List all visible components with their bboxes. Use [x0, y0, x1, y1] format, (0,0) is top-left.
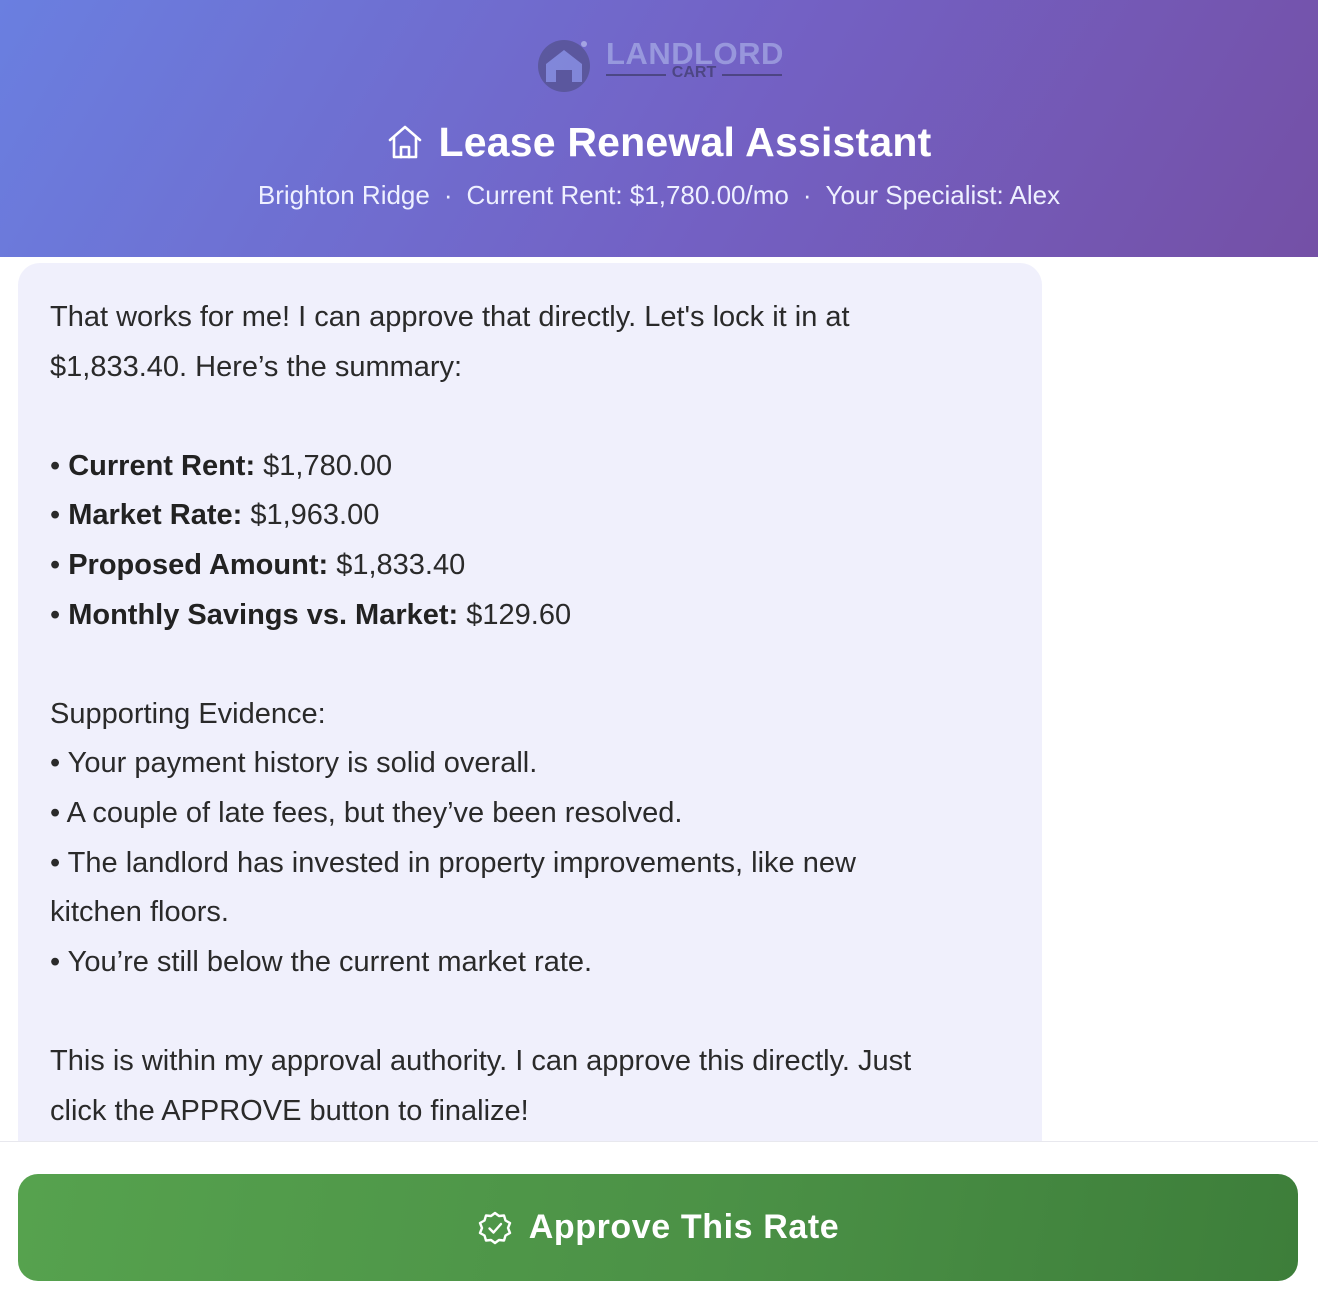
- message-text: $1,833.40. Here’s the summary:: [50, 350, 463, 383]
- divider: [0, 1141, 1318, 1142]
- logo-subtext: CART: [606, 64, 782, 84]
- evidence-item: • Your payment history is solid overall.: [50, 747, 538, 780]
- header-subtitle: Brighton Ridge · Current Rent: $1,780.00/m…: [0, 180, 1318, 211]
- page-title: Lease Renewal Assistant: [438, 118, 932, 165]
- header-banner: LANDLORD CART Lease Renewal Assistant Br…: [0, 0, 1318, 257]
- assistant-message-bubble: That works for me! I can approve that di…: [18, 263, 1042, 1141]
- evidence-item: • You’re still below the current market …: [50, 945, 593, 978]
- page-title-row: Lease Renewal Assistant: [0, 116, 1318, 168]
- message-text: This is within my approval authority. I …: [50, 1044, 912, 1077]
- chat-area[interactable]: That works for me! I can approve that di…: [0, 257, 1318, 1141]
- message-text: click the APPROVE button to finalize!: [50, 1094, 529, 1127]
- separator-dot: ·: [443, 180, 453, 210]
- summary-item: • Proposed Amount: $1,833.40: [50, 548, 466, 581]
- summary-item: • Market Rate: $1,963.00: [50, 499, 380, 532]
- evidence-item: • A couple of late fees, but they’ve bee…: [50, 796, 683, 829]
- summary-item: • Current Rent: $1,780.00: [50, 449, 393, 482]
- approve-button-label: Approve This Rate: [528, 1208, 840, 1246]
- separator-dot: ·: [802, 180, 812, 210]
- property-name: Brighton Ridge: [257, 180, 430, 210]
- logo-globe-icon: [538, 40, 590, 92]
- approve-rate-button[interactable]: Approve This Rate: [18, 1174, 1298, 1281]
- evidence-item: • The landlord has invested in property …: [50, 846, 856, 879]
- check-badge-icon: [477, 1210, 513, 1246]
- message-text: That works for me! I can approve that di…: [50, 301, 850, 333]
- home-icon: [386, 123, 424, 161]
- summary-item: • Monthly Savings vs. Market: $129.60: [50, 598, 572, 631]
- landlord-cart-logo: LANDLORD CART: [534, 32, 784, 102]
- specialist-name: Your Specialist: Alex: [825, 180, 1061, 210]
- evidence-heading: Supporting Evidence:: [50, 697, 326, 730]
- current-rent: Current Rent: $1,780.00/mo: [466, 180, 789, 210]
- evidence-item: kitchen floors.: [50, 896, 229, 929]
